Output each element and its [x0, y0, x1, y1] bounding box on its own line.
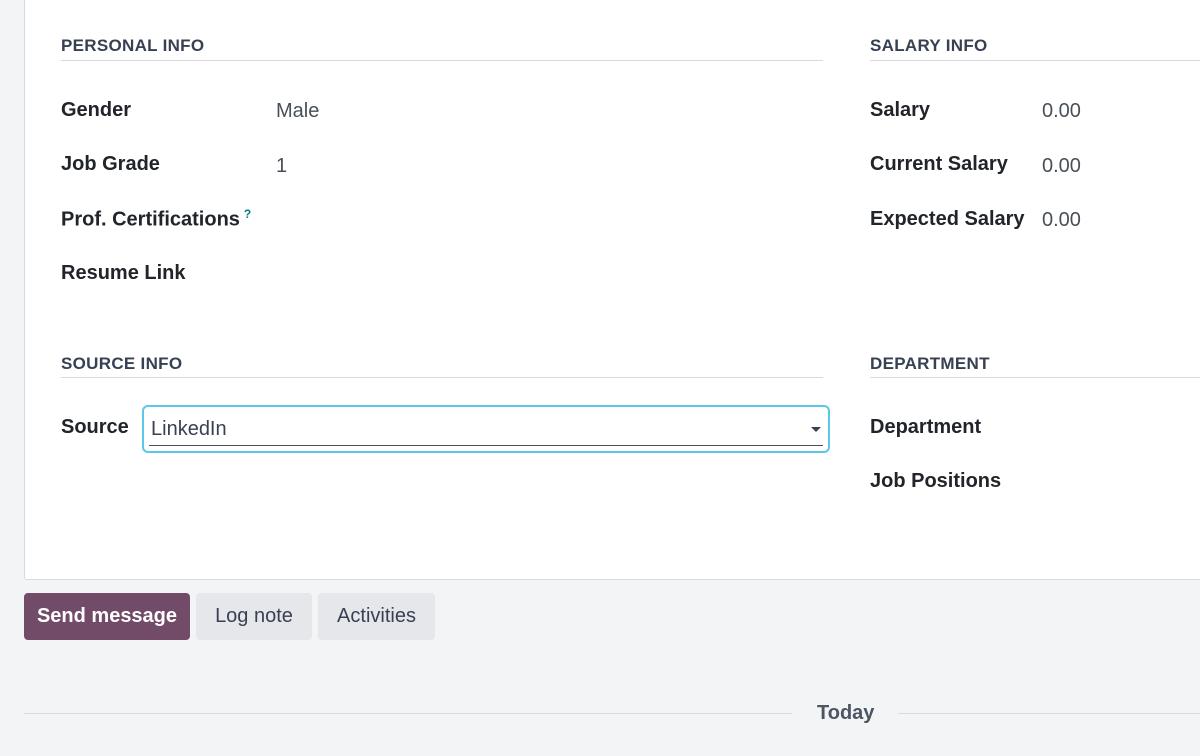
salary-field[interactable]: 0.00	[1042, 100, 1081, 123]
source-info-title: SOURCE INFO	[61, 354, 183, 373]
current-salary-field[interactable]: 0.00	[1042, 155, 1081, 178]
source-label: Source	[61, 416, 129, 438]
source-info-divider	[61, 377, 823, 378]
log-note-button[interactable]: Log note	[196, 593, 312, 640]
gender-label: Gender	[61, 99, 132, 121]
salary-info-divider	[870, 60, 1200, 61]
caret-down-icon[interactable]	[811, 427, 821, 432]
department-title: DEPARTMENT	[870, 354, 990, 373]
date-separator-label: Today	[817, 702, 875, 724]
department-divider	[870, 377, 1200, 378]
help-tooltip-icon[interactable]: ?	[244, 207, 251, 221]
source-select-inner[interactable]: LinkedIn	[149, 411, 823, 446]
certifications-label-text: Prof. Certifications	[61, 208, 240, 231]
current-salary-label: Current Salary	[870, 153, 1008, 175]
salary-info-title: SALARY INFO	[870, 36, 988, 55]
department-label: Department	[870, 416, 982, 438]
personal-info-title: PERSONAL INFO	[61, 36, 205, 55]
resume-link-label: Resume Link	[61, 262, 186, 284]
activities-button[interactable]: Activities	[318, 593, 435, 640]
source-select[interactable]: LinkedIn	[142, 405, 830, 453]
job-positions-label: Job Positions	[870, 470, 1002, 492]
personal-info-divider	[61, 60, 823, 61]
expected-salary-field[interactable]: 0.00	[1042, 209, 1081, 232]
job-grade-field[interactable]: 1	[276, 155, 287, 178]
expected-salary-label: Expected Salary	[870, 208, 1025, 230]
salary-label: Salary	[870, 99, 931, 121]
send-message-button[interactable]: Send message	[24, 593, 190, 640]
date-separator-line-left	[24, 713, 792, 714]
date-separator-line-right	[898, 713, 1200, 714]
form-sheet: PERSONAL INFO Gender Male Job Grade 1 Pr…	[24, 0, 1200, 580]
job-grade-label: Job Grade	[61, 153, 160, 175]
gender-field[interactable]: Male	[276, 100, 319, 123]
source-select-value[interactable]: LinkedIn	[151, 418, 227, 441]
certifications-label: Prof. Certifications?	[61, 207, 251, 232]
